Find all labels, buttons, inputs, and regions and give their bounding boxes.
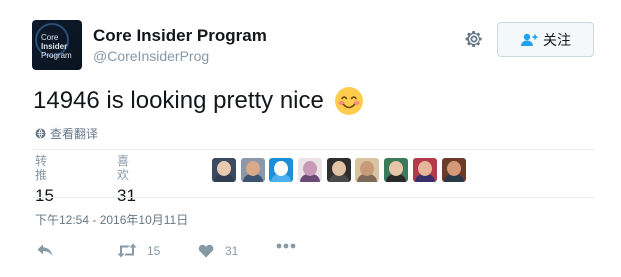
avatar-line-2: Insider	[41, 42, 68, 51]
like-count: 31	[225, 243, 239, 258]
divider-top	[33, 149, 595, 150]
liker-avatar[interactable]	[326, 158, 351, 182]
like-stat-value: 31	[117, 186, 136, 205]
avatar-line-3: Program	[41, 51, 72, 60]
retweet-button[interactable]: 15	[116, 243, 160, 258]
retweet-stat-value: 15	[35, 186, 54, 205]
more-button[interactable]	[276, 243, 296, 249]
likers-avatar-list	[212, 158, 470, 182]
liker-avatar[interactable]	[355, 158, 380, 182]
like-stat-label: 喜欢	[117, 154, 130, 182]
liker-avatar[interactable]	[269, 158, 294, 182]
avatar-logo-text: Core Insider Program	[41, 33, 81, 60]
retweet-count: 15	[147, 243, 161, 258]
user-handle[interactable]: @CoreInsiderProg	[93, 47, 267, 65]
avatar-head	[446, 161, 461, 176]
liker-avatar[interactable]	[412, 158, 437, 182]
liker-avatar[interactable]	[240, 158, 265, 182]
avatar-head	[245, 161, 260, 176]
avatar-head	[303, 161, 318, 176]
tweet-text: 14946 is looking pretty nice	[33, 87, 324, 114]
retweet-icon	[117, 243, 137, 258]
globe-icon	[35, 128, 46, 139]
display-name[interactable]: Core Insider Program	[93, 26, 267, 46]
reply-icon	[37, 244, 53, 256]
avatar-line-1: Core	[41, 33, 59, 42]
translate-link[interactable]: 查看翻译	[35, 125, 98, 142]
divider-bottom	[33, 197, 595, 198]
tweet-header: Core Insider Program Core Insider Progra…	[32, 20, 600, 70]
avatar-head	[217, 161, 231, 176]
retweet-stat[interactable]: 转推 15	[35, 154, 54, 207]
follow-button[interactable]: 关注	[497, 22, 594, 57]
translate-label: 查看翻译	[50, 127, 99, 141]
reply-button[interactable]	[36, 243, 54, 258]
tweet-timestamp[interactable]: 下午12:54 - 2016年10月11日	[35, 211, 188, 228]
add-user-icon	[521, 33, 538, 46]
liker-avatar[interactable]	[212, 158, 236, 182]
avatar-head	[417, 161, 432, 176]
avatar-head	[331, 161, 346, 176]
smiling-face-icon	[334, 87, 363, 115]
liker-avatar[interactable]	[384, 158, 409, 182]
heart-icon	[198, 244, 214, 258]
like-button[interactable]: 31	[198, 243, 238, 258]
like-stat[interactable]: 喜欢 31	[117, 154, 136, 207]
gear-icon[interactable]	[464, 29, 484, 49]
avatar[interactable]: Core Insider Program	[32, 20, 82, 70]
liker-avatar[interactable]	[298, 158, 323, 182]
liker-avatar[interactable]	[441, 158, 466, 182]
tweet-text-container: 14946 is looking pretty nice	[33, 86, 364, 116]
more-icon	[276, 243, 296, 249]
retweet-stat-label: 转推	[35, 154, 48, 182]
follow-button-label: 关注	[543, 31, 571, 48]
user-names: Core Insider Program @CoreInsiderProg	[93, 26, 267, 65]
